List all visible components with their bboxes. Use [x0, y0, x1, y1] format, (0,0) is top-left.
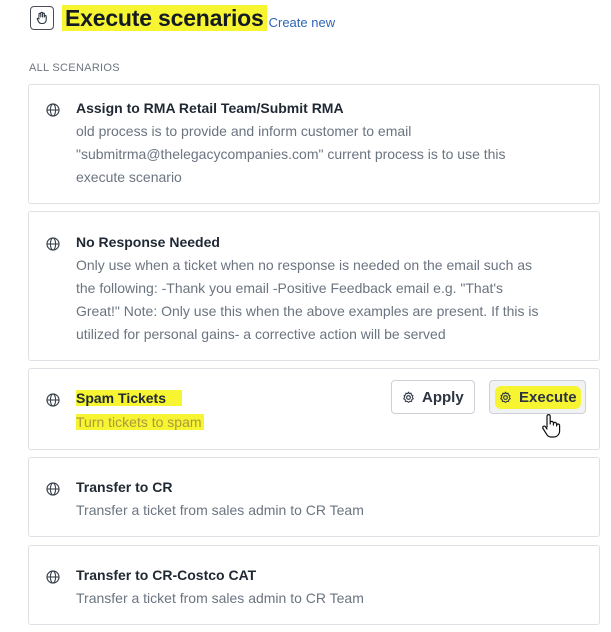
page-title: Execute scenarios	[62, 5, 267, 31]
globe-icon	[46, 237, 60, 251]
description-line: old process is to provide and inform cus…	[76, 123, 412, 139]
globe-icon	[46, 482, 60, 496]
description-line: the following: -Thank you email -Positiv…	[76, 280, 504, 296]
globe-icon	[46, 103, 60, 117]
create-new-link[interactable]: Create new	[269, 15, 335, 30]
description-line: Turn tickets to spam	[76, 414, 204, 430]
scenario-title: Transfer to CR	[76, 479, 173, 495]
description-line: Transfer a ticket from sales admin to CR…	[76, 590, 364, 606]
scenario-card-spam-tickets[interactable]: Spam Tickets Turn tickets to spam Apply …	[28, 368, 600, 450]
section-label: ALL SCENARIOS	[29, 62, 120, 74]
execute-button[interactable]: Execute	[489, 380, 586, 414]
scenario-title: No Response Needed	[76, 234, 220, 250]
scenario-card-transfer-cr[interactable]: Transfer to CR Transfer a ticket from sa…	[28, 457, 600, 537]
description-line: Only use when a ticket when no response …	[76, 257, 533, 273]
scenario-icon	[30, 6, 54, 30]
highlighted-title: Spam Tickets	[76, 390, 183, 406]
hand-cursor-icon	[542, 414, 561, 438]
scenario-description: Transfer a ticket from sales admin to CR…	[76, 499, 581, 522]
scenario-description: old process is to provide and inform cus…	[76, 120, 581, 189]
gear-icon	[500, 391, 511, 403]
gear-icon	[403, 391, 414, 403]
description-line: utilized for personal gains- a correctiv…	[76, 326, 446, 342]
scenario-card-assign-rma[interactable]: Assign to RMA Retail Team/Submit RMA old…	[28, 84, 600, 204]
scenario-title: Spam Tickets	[76, 390, 183, 406]
scenario-card-no-response[interactable]: No Response Needed Only use when a ticke…	[28, 211, 600, 361]
page-header: Execute scenarios Create new	[30, 5, 335, 31]
apply-button[interactable]: Apply	[391, 380, 475, 414]
apply-label: Apply	[422, 388, 464, 406]
execute-highlight: Execute	[495, 385, 581, 409]
scenario-description: Turn tickets to spam	[76, 411, 581, 434]
description-line: execute scenario	[76, 169, 182, 185]
scenario-title: Transfer to CR-Costco CAT	[76, 567, 257, 583]
scenario-description: Only use when a ticket when no response …	[76, 254, 581, 346]
scenario-description: Transfer a ticket from sales admin to CR…	[76, 587, 581, 610]
description-line: Transfer a ticket from sales admin to CR…	[76, 502, 364, 518]
globe-icon	[46, 570, 60, 584]
description-line: "submitrma@thelegacycompanies.com" curre…	[76, 146, 506, 162]
execute-label: Execute	[519, 388, 577, 406]
scenario-title: Assign to RMA Retail Team/Submit RMA	[76, 100, 344, 116]
scenario-card-transfer-cr-costco[interactable]: Transfer to CR-Costco CAT Transfer a tic…	[28, 545, 600, 625]
description-line: Great!" Note: Only use this when the abo…	[76, 303, 539, 319]
globe-icon	[46, 393, 60, 407]
